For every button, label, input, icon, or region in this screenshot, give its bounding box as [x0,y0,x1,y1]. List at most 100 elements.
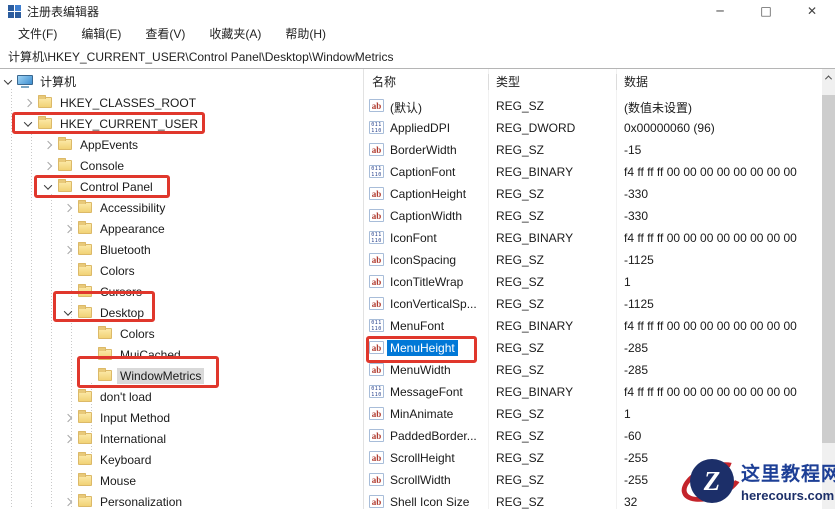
value-type: REG_BINARY [496,319,574,333]
maximize-button[interactable]: □ [743,0,789,22]
value-row-menuwidth[interactable]: ab MenuWidth REG_SZ -285 [364,359,822,381]
column-header-type[interactable]: 类型 [496,73,520,90]
tree-item-label: Appearance [100,221,165,236]
no-expander [85,373,91,379]
chevron-right-icon[interactable] [63,224,73,233]
value-data: (数值未设置) [624,101,692,115]
chevron-right-icon[interactable] [63,497,73,506]
value-row--[interactable]: ab (默认) REG_SZ (数值未设置) [364,95,822,117]
tree-item-cursors[interactable]: Cursors [0,281,363,302]
address-bar[interactable]: 计算机\HKEY_CURRENT_USER\Control Panel\Desk… [0,45,835,69]
value-row-captionfont[interactable]: 011 110 CaptionFont REG_BINARY f4 ff ff ff 0… [364,161,822,183]
tree-item-colors[interactable]: Colors [0,260,363,281]
folder-icon [38,116,52,129]
tree-item-计算机[interactable]: 计算机 [0,71,363,92]
tree-item-don-t-load[interactable]: don't load [0,386,363,407]
tree-item-hkey-current-user[interactable]: HKEY_CURRENT_USER [0,113,363,134]
tree-item-bluetooth[interactable]: Bluetooth [0,239,363,260]
close-button[interactable]: ✕ [789,0,835,22]
menu-item-2[interactable]: 查看(V) [135,22,195,45]
value-row-menufont[interactable]: 011 110 MenuFont REG_BINARY f4 ff ff ff 00 0… [364,315,822,337]
value-row-iconverticalsp-[interactable]: ab IconVerticalSp... REG_SZ -1125 [364,293,822,315]
value-type: REG_SZ [496,99,545,113]
menu-bar: 文件(F) 编辑(E) 查看(V) 收藏夹(A) 帮助(H) [0,22,835,45]
tree-item-label: Input Method [100,410,171,425]
value-row-borderwidth[interactable]: ab BorderWidth REG_SZ -15 [364,139,822,161]
no-expander [65,268,71,274]
tree-item-label: HKEY_CLASSES_ROOT [60,95,197,110]
value-row-iconspacing[interactable]: ab IconSpacing REG_SZ -1125 [364,249,822,271]
value-name: IconSpacing [390,253,457,267]
tree-item-input-method[interactable]: Input Method [0,407,363,428]
scrollbar-thumb[interactable] [822,95,835,443]
no-expander [65,289,71,295]
tree-item-windowmetrics[interactable]: WindowMetrics [0,365,363,386]
tree-item-appearance[interactable]: Appearance [0,218,363,239]
value-row-captionwidth[interactable]: ab CaptionWidth REG_SZ -330 [364,205,822,227]
string-value-icon: ab [369,363,384,376]
chevron-right-icon[interactable] [23,98,33,107]
chevron-right-icon[interactable] [63,203,73,212]
value-row-icontitlewrap[interactable]: ab IconTitleWrap REG_SZ 1 [364,271,822,293]
value-row-applieddpi[interactable]: 011 110 AppliedDPI REG_DWORD 0x00000060 (96) [364,117,822,139]
value-name: MenuHeight [387,340,458,356]
value-row-iconfont[interactable]: 011 110 IconFont REG_BINARY f4 ff ff ff 00 0… [364,227,822,249]
tree-item-international[interactable]: International [0,428,363,449]
watermark-logo: Z 这里教程网 herecours.com [675,454,835,509]
folder-icon [78,452,92,465]
chevron-right-icon[interactable] [43,161,53,170]
value-name: IconTitleWrap [390,275,464,289]
tree-item-accessibility[interactable]: Accessibility [0,197,363,218]
tree-item-control-panel[interactable]: Control Panel [0,176,363,197]
tree-item-appevents[interactable]: AppEvents [0,134,363,155]
value-data: -1125 [624,297,654,311]
binary-value-icon: 011 110 [369,121,384,134]
tree-item-hkey-classes-root[interactable]: HKEY_CLASSES_ROOT [0,92,363,113]
tree-item-keyboard[interactable]: Keyboard [0,449,363,470]
chevron-right-icon[interactable] [63,434,73,443]
value-name: CaptionFont [390,165,456,179]
column-resize-handle[interactable] [616,74,617,90]
value-row-menuheight[interactable]: ab MenuHeight REG_SZ -285 [364,337,822,359]
menu-item-4[interactable]: 帮助(H) [275,22,336,45]
value-type: REG_SZ [496,275,545,289]
tree-item-label: Bluetooth [100,242,151,257]
chevron-right-icon[interactable] [43,140,53,149]
folder-icon [38,95,52,108]
column-header-data[interactable]: 数据 [624,73,648,90]
computer-icon [17,75,33,88]
column-resize-handle[interactable] [488,74,489,90]
value-row-minanimate[interactable]: ab MinAnimate REG_SZ 1 [364,403,822,425]
tree-item-label: Control Panel [80,179,153,194]
value-type: REG_SZ [496,143,545,157]
minimize-button[interactable]: ─ [697,0,743,22]
scroll-up-icon[interactable] [822,69,835,86]
value-name: MessageFont [390,385,463,399]
tree-item-colors[interactable]: Colors [0,323,363,344]
vertical-scrollbar[interactable] [822,69,835,509]
menu-item-0[interactable]: 文件(F) [8,22,67,45]
value-data: -285 [624,363,649,377]
tree-item-console[interactable]: Console [0,155,363,176]
chevron-down-icon[interactable] [23,117,33,127]
tree-item-personalization[interactable]: Personalization [0,491,363,509]
chevron-down-icon[interactable] [3,75,13,85]
tree-item-desktop[interactable]: Desktop [0,302,363,323]
tree-item-label: HKEY_CURRENT_USER [60,116,199,131]
value-data: f4 ff ff ff 00 00 00 00 00 00 00 00 [624,165,797,179]
value-row-messagefont[interactable]: 011 110 MessageFont REG_BINARY f4 ff ff ff 0… [364,381,822,403]
value-row-paddedborder-[interactable]: ab PaddedBorder... REG_SZ -60 [364,425,822,447]
main-area: 计算机 HKEY_CLASSES_ROOT HKEY_CURRENT_USER App… [0,69,835,509]
chevron-right-icon[interactable] [63,245,73,254]
watermark-z-icon: Z [690,459,734,503]
tree-item-label: Personalization [100,494,183,509]
tree-item-mouse[interactable]: Mouse [0,470,363,491]
menu-item-3[interactable]: 收藏夹(A) [199,22,271,45]
chevron-down-icon[interactable] [63,306,73,316]
column-header-name[interactable]: 名称 [372,73,396,90]
chevron-down-icon[interactable] [43,180,53,190]
tree-item-muicached[interactable]: MuiCached [0,344,363,365]
value-row-captionheight[interactable]: ab CaptionHeight REG_SZ -330 [364,183,822,205]
chevron-right-icon[interactable] [63,413,73,422]
menu-item-1[interactable]: 编辑(E) [71,22,131,45]
